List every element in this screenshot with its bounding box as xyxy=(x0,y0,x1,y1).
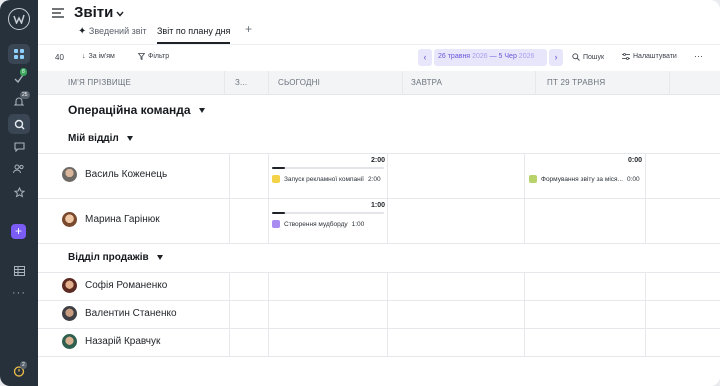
chevron-down-icon[interactable] xyxy=(116,9,124,19)
employee-name: Назарій Кравчук xyxy=(85,336,161,347)
employee-name: Валентин Станенко xyxy=(85,308,177,319)
year-to: 2026 xyxy=(518,53,535,60)
dashboard-icon[interactable] xyxy=(8,44,30,64)
filter-button[interactable]: Фільтр xyxy=(138,53,169,60)
search-label: Пошук xyxy=(583,53,605,61)
users-icon[interactable] xyxy=(8,159,30,179)
activity-badge: 8 xyxy=(20,68,27,76)
today-total-time: 2:00 xyxy=(371,157,386,164)
filter-icon xyxy=(138,53,145,60)
sort-arrow-icon: ↓ xyxy=(82,53,86,60)
friday-total-time: 0:00 xyxy=(628,157,643,164)
caret-down-icon xyxy=(198,108,205,114)
reports-search-icon[interactable] xyxy=(8,114,30,134)
date-range-picker[interactable]: 26 травня 2026 — 5 Чер 2026 xyxy=(434,49,547,66)
task-item[interactable]: Створення мудборду 1:00 xyxy=(272,220,364,228)
page-header: Звіти ✦ Зведений звіт Звіт по плану дня … xyxy=(38,0,720,44)
app-window: 8 25 + ··· 2 Звіти ✦ Зведений звіт Звіт … xyxy=(0,0,720,386)
date-separator: — xyxy=(489,53,497,60)
chat-icon[interactable] xyxy=(8,137,30,157)
search-button[interactable]: Пошук xyxy=(572,53,604,61)
today-progress-bar xyxy=(272,167,285,169)
task-time: 2:00 xyxy=(367,175,381,183)
group-operations-team[interactable]: Операційна команда xyxy=(68,103,205,117)
task-time: 0:00 xyxy=(626,175,640,183)
tab-day-plan-report[interactable]: Звіт по плану дня xyxy=(157,26,231,44)
department-title: Мій відділ xyxy=(68,133,119,144)
table-row[interactable]: Марина Гарінюк xyxy=(62,212,160,227)
employee-name: Василь Коженець xyxy=(85,169,168,180)
task-time: 1:00 xyxy=(351,220,365,228)
today-total-time: 1:00 xyxy=(371,202,386,209)
search-icon xyxy=(572,53,580,61)
task-title: Формування звіту за міся... xyxy=(541,175,623,183)
department-my[interactable]: Мій відділ xyxy=(68,133,133,144)
sidebar-rail: 8 25 + ··· 2 xyxy=(0,0,38,386)
moodboard-icon xyxy=(272,220,280,228)
date-to: 5 Чер xyxy=(498,53,517,60)
sort-label: За ім'ям xyxy=(88,53,115,60)
caret-down-icon xyxy=(126,135,133,141)
table-row[interactable]: Валентин Станенко xyxy=(62,306,177,321)
timer-badge: 2 xyxy=(20,361,27,369)
table-icon[interactable] xyxy=(8,261,30,281)
task-item[interactable]: Запуск рекламної компанії 2:00 xyxy=(272,175,381,183)
table-row[interactable]: Назарій Кравчук xyxy=(62,334,160,349)
tab-summary-label: Зведений звіт xyxy=(88,26,147,36)
avatar xyxy=(62,212,77,227)
tab-summary-report[interactable]: ✦ Зведений звіт xyxy=(78,26,147,44)
table-header: ІМ'Я ПРІЗВИЩЕ З... СЬОГОДНІ ЗАВТРА ПТ 29… xyxy=(38,71,720,95)
table-row[interactable]: Василь Коженець xyxy=(62,167,167,182)
add-tab-button[interactable]: + xyxy=(245,23,252,42)
avatar xyxy=(62,306,77,321)
rocket-icon xyxy=(272,175,280,183)
create-new-icon[interactable]: + xyxy=(11,224,26,239)
report-icon xyxy=(529,175,537,183)
page-title: Звіти xyxy=(74,4,114,21)
employee-name: Софія Романенко xyxy=(85,280,168,291)
notifications-badge: 25 xyxy=(20,91,30,99)
task-item[interactable]: Формування звіту за міся... 0:00 xyxy=(529,175,640,183)
date-from: 26 травня xyxy=(438,53,471,60)
settings-button[interactable]: Налаштувати xyxy=(622,53,677,60)
column-header-friday[interactable]: ПТ 29 ТРАВНЯ xyxy=(547,78,605,87)
app-logo-icon[interactable] xyxy=(8,8,30,30)
year-from: 2026 xyxy=(472,53,488,60)
department-sales[interactable]: Відділ продажів xyxy=(68,252,163,263)
more-options-icon[interactable]: ··· xyxy=(694,51,703,61)
column-header-today[interactable]: СЬОГОДНІ xyxy=(278,78,320,87)
settings-label: Налаштувати xyxy=(633,53,677,60)
today-progress-bar xyxy=(272,212,285,214)
column-header-tomorrow[interactable]: ЗАВТРА xyxy=(411,78,442,87)
task-title: Запуск рекламної компанії xyxy=(284,175,364,183)
menu-icon[interactable] xyxy=(52,8,64,20)
task-title: Створення мудборду xyxy=(284,220,348,228)
sliders-icon xyxy=(622,53,630,60)
column-header-name[interactable]: ІМ'Я ПРІЗВИЩЕ xyxy=(68,78,131,87)
avatar xyxy=(62,334,77,349)
more-apps-icon[interactable]: ··· xyxy=(8,283,30,303)
toolbar: 40 ↓ За ім'ям Фільтр ‹ 26 травня 2026 — … xyxy=(38,44,720,71)
sort-button[interactable]: ↓ За ім'ям xyxy=(82,53,115,60)
avatar xyxy=(62,278,77,293)
results-count: 40 xyxy=(55,53,64,62)
avatar xyxy=(62,167,77,182)
prev-period-button[interactable]: ‹ xyxy=(418,49,432,66)
group-title: Операційна команда xyxy=(68,103,191,117)
caret-down-icon xyxy=(156,254,163,260)
table-row[interactable]: Софія Романенко xyxy=(62,278,167,293)
employee-name: Марина Гарінюк xyxy=(85,214,160,225)
column-header-collapsed[interactable]: З... xyxy=(235,78,247,87)
sparkle-icon: ✦ xyxy=(78,26,87,37)
department-title: Відділ продажів xyxy=(68,252,149,263)
day-plan-table: ІМ'Я ПРІЗВИЩЕ З... СЬОГОДНІ ЗАВТРА ПТ 29… xyxy=(38,71,720,386)
favorites-star-icon[interactable] xyxy=(8,182,30,202)
filter-label: Фільтр xyxy=(148,53,170,60)
next-period-button[interactable]: › xyxy=(549,49,563,66)
